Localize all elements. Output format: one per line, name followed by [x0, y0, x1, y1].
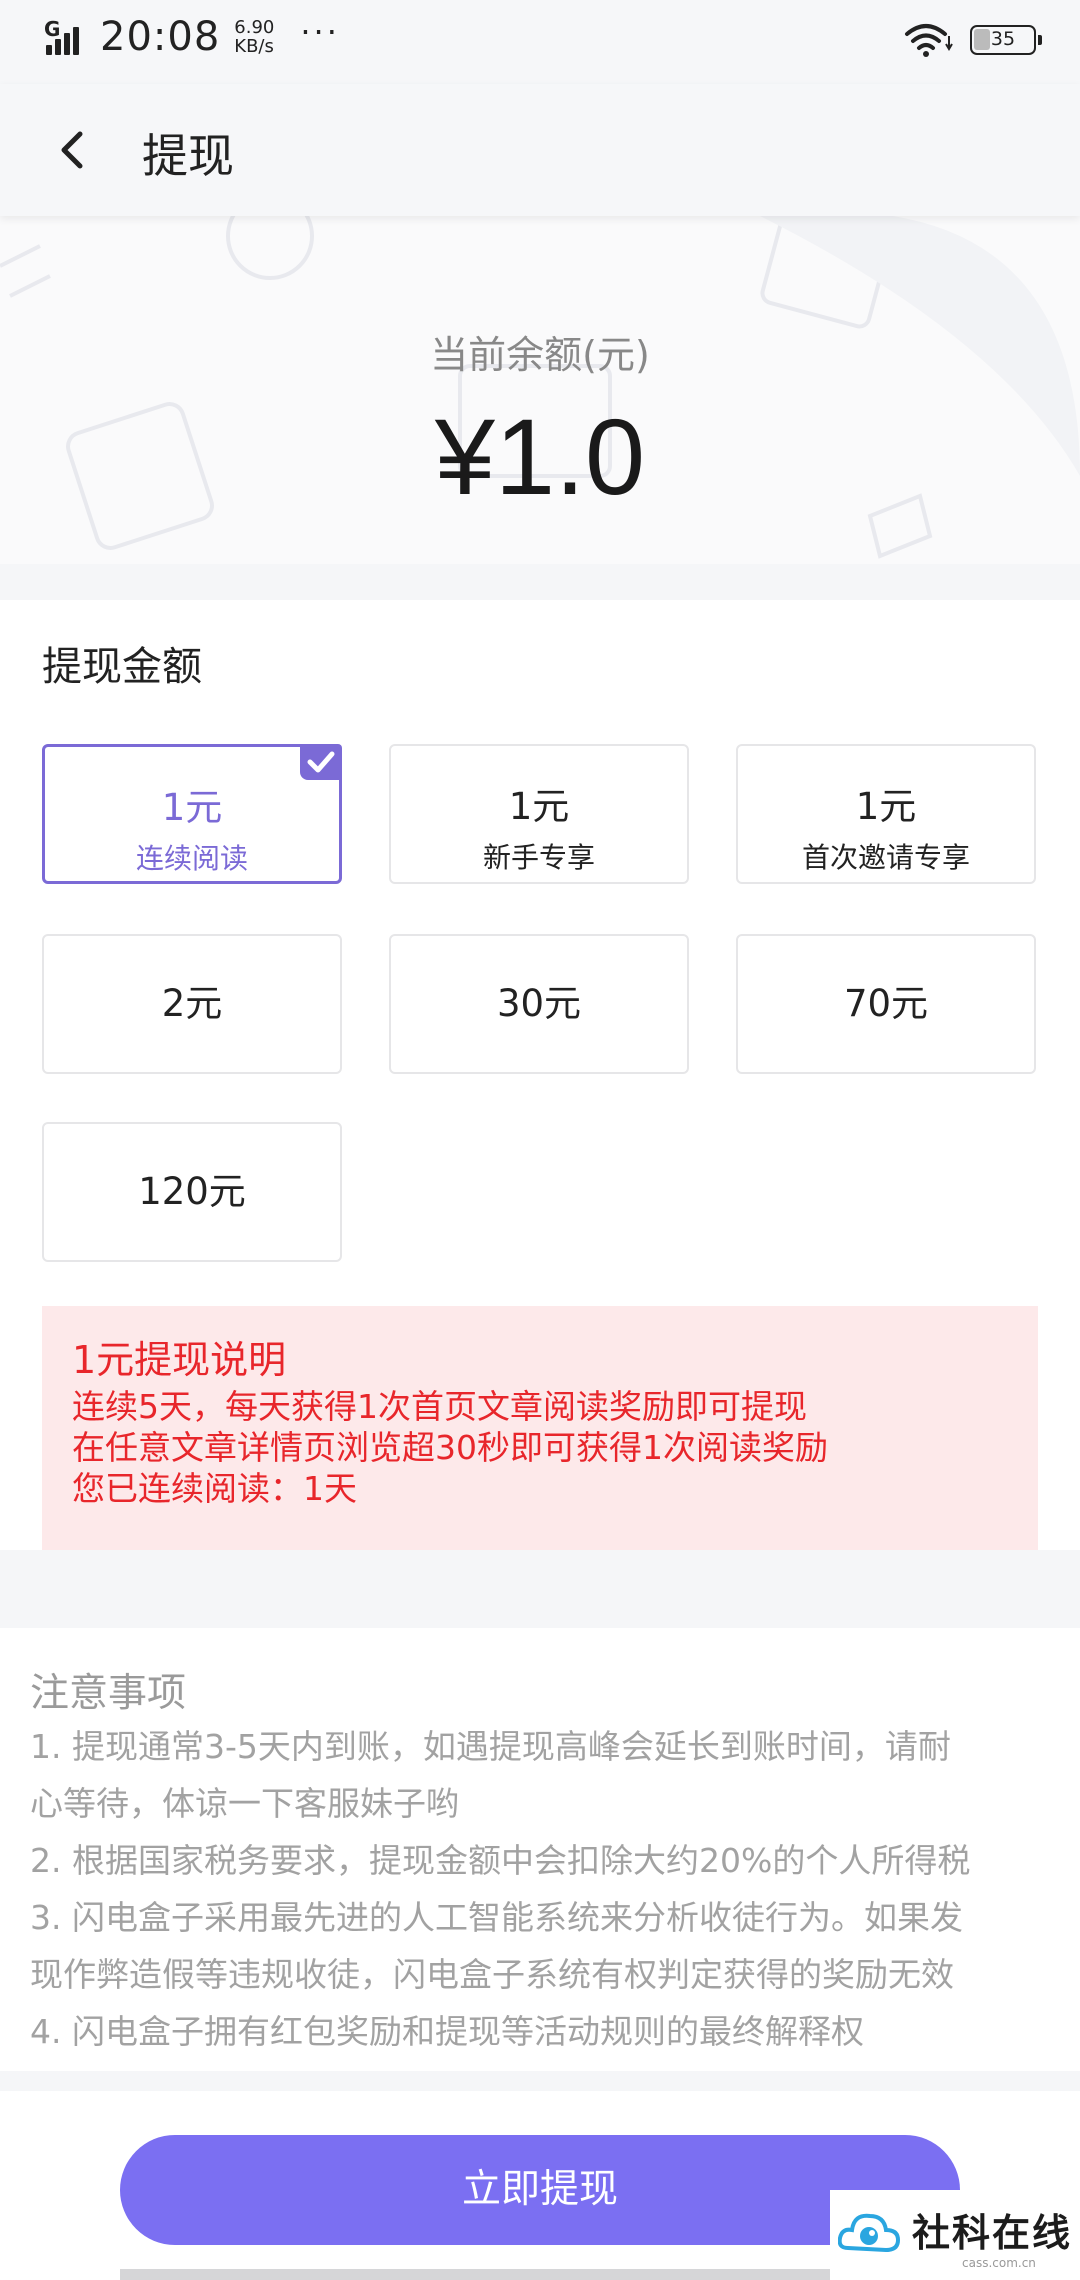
amount-option-30[interactable]: 30元 [389, 934, 689, 1074]
notes-line: 3. 闪电盒子采用最先进的人工智能系统来分析收徒行为。如果发 [30, 1898, 963, 1937]
cloud-eye-logo-icon [838, 2213, 900, 2253]
balance-panel: 当前余额(元) ¥1.0 [0, 216, 1080, 564]
notes-list: 1. 提现通常3-5天内到账，如遇提现高峰会延长到账时间，请耐 心等待，体谅一下… [30, 1718, 1060, 2060]
amount-option-1-newbie[interactable]: 1元 新手专享 [389, 744, 689, 884]
notice-line: 连续5天，每天获得1次首页文章阅读奖励即可提现 [72, 1387, 807, 1426]
watermark: 社科在线 cass.com.cn [830, 2190, 1080, 2280]
amount-option-70[interactable]: 70元 [736, 934, 1036, 1074]
amount-option-120[interactable]: 120元 [42, 1122, 342, 1262]
wifi-icon [905, 24, 953, 57]
app-header: 提现 [0, 84, 1080, 216]
signal-icon: G [44, 15, 88, 59]
section-title: 提现金额 [42, 644, 202, 690]
page-title: 提现 [142, 129, 234, 183]
notes-line: 4. 闪电盒子拥有红包奖励和提现等活动规则的最终解释权 [30, 2012, 864, 2051]
notes-line: 现作弊造假等违规收徒，闪电盒子系统有权判定获得的奖励无效 [30, 1955, 954, 1994]
status-time: 20:08 [100, 14, 221, 60]
notes-line: 1. 提现通常3-5天内到账，如遇提现高峰会延长到账时间，请耐 [30, 1727, 951, 1766]
battery-level: 35 [990, 28, 1016, 50]
notice-line: 在任意文章详情页浏览超30秒即可获得1次阅读奖励 [72, 1428, 828, 1467]
notice-title: 1元提现说明 [72, 1338, 287, 1382]
amount-option-2[interactable]: 2元 [42, 934, 342, 1074]
status-bar: G 20:08 6.90 KB/s ··· 35 [0, 0, 1080, 84]
network-type: G [44, 17, 61, 41]
back-arrow-icon[interactable] [54, 126, 94, 174]
notice-line: 您已连续阅读：1天 [72, 1469, 357, 1508]
battery-icon: 35 [970, 25, 1042, 55]
withdraw-notice: 1元提现说明 连续5天，每天获得1次首页文章阅读奖励即可提现 在任意文章详情页浏… [42, 1306, 1038, 1550]
notes-title: 注意事项 [30, 1671, 187, 1716]
balance-amount: ¥1.0 [434, 396, 646, 517]
watermark-subtext: cass.com.cn [962, 2256, 1036, 2270]
more-icon: ··· [300, 13, 340, 51]
notes-line: 2. 根据国家税务要求，提现金额中会扣除大约20%的个人所得税 [30, 1841, 971, 1880]
balance-label: 当前余额(元) [430, 333, 650, 377]
notes-section: 注意事项 1. 提现通常3-5天内到账，如遇提现高峰会延长到账时间，请耐 心等待… [0, 1628, 1080, 2071]
notes-line: 心等待，体谅一下客服妹子哟 [30, 1784, 459, 1823]
bottom-strip [120, 2269, 840, 2280]
amount-option-1-first-invite[interactable]: 1元 首次邀请专享 [736, 744, 1036, 884]
checkmark-icon [300, 744, 342, 780]
amount-option-1-continuous-reading[interactable]: 1元 连续阅读 [42, 744, 342, 884]
network-speed: 6.90 KB/s [234, 17, 275, 57]
watermark-text: 社科在线 [912, 2211, 1073, 2255]
withdraw-amount-section: 提现金额 1元 连续阅读 1元 新手专享 1元 首次邀请专享 2元 30元 70… [0, 600, 1080, 1550]
